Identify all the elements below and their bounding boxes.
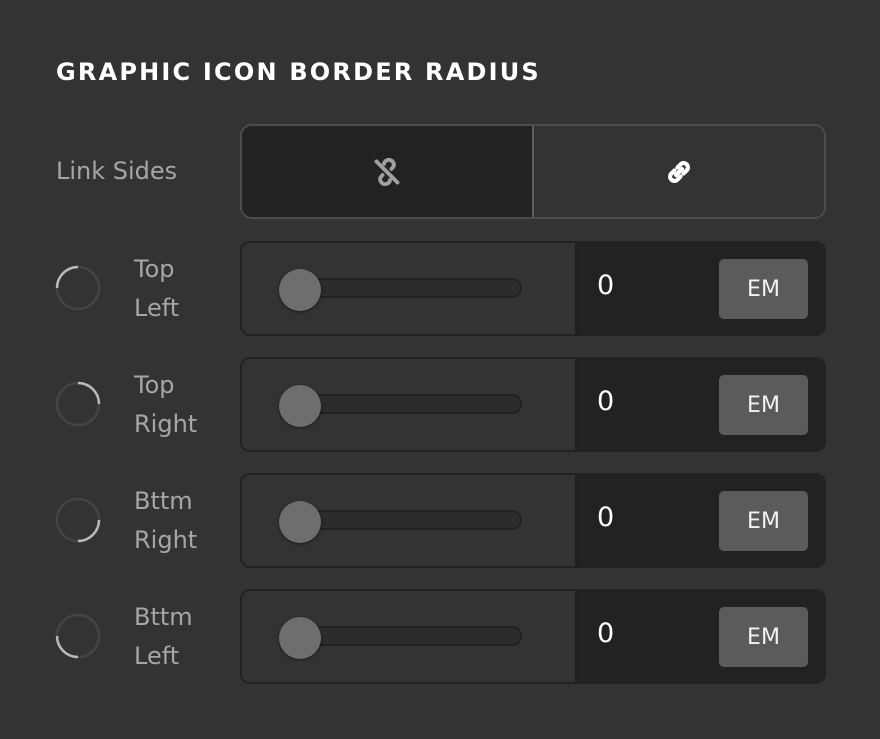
link-sides-label: Link Sides — [56, 157, 178, 185]
link-sides-toggle — [240, 124, 826, 219]
link-icon — [668, 160, 690, 183]
slider-thumb[interactable] — [279, 269, 321, 311]
radius-control-top-left: EM — [240, 241, 826, 336]
corner-top-left-icon — [55, 265, 101, 311]
link-sides-button[interactable] — [532, 126, 824, 217]
corner-top-right-icon — [55, 381, 101, 427]
slider-thumb[interactable] — [279, 385, 321, 427]
row-label-top-left: Top Left — [134, 250, 179, 328]
label-line: Right — [134, 526, 198, 554]
slider-track[interactable] — [290, 394, 522, 414]
unit-button[interactable]: EM — [719, 375, 808, 435]
label-line: Right — [134, 410, 198, 438]
value-input[interactable] — [597, 386, 697, 417]
radius-control-bottom-right: EM — [240, 473, 826, 568]
value-input[interactable] — [597, 502, 697, 533]
unit-button[interactable]: EM — [719, 491, 808, 551]
slider[interactable] — [242, 359, 577, 450]
section-title: GRAPHIC ICON BORDER RADIUS — [56, 58, 541, 86]
label-line: Top — [134, 255, 175, 283]
slider-thumb[interactable] — [279, 617, 321, 659]
label-line: Left — [134, 294, 180, 322]
unlink-sides-button[interactable] — [242, 126, 532, 217]
row-label-bottom-left: Bttm Left — [134, 598, 193, 676]
radius-control-top-right: EM — [240, 357, 826, 452]
slider-track[interactable] — [290, 510, 522, 530]
row-label-top-right: Top Right — [134, 366, 197, 444]
unit-button[interactable]: EM — [719, 259, 808, 319]
corner-bottom-right-icon — [55, 497, 101, 543]
label-line: Top — [134, 371, 175, 399]
slider-track[interactable] — [290, 278, 522, 298]
row-label-bottom-right: Bttm Right — [134, 482, 197, 560]
label-line: Left — [134, 642, 180, 670]
corner-bottom-left-icon — [55, 613, 101, 659]
radius-control-bottom-left: EM — [240, 589, 826, 684]
slider-thumb[interactable] — [279, 501, 321, 543]
slider[interactable] — [242, 591, 577, 682]
slider[interactable] — [242, 475, 577, 566]
label-line: Bttm — [134, 603, 193, 631]
unlink-icon — [374, 157, 400, 186]
slider[interactable] — [242, 243, 577, 334]
unit-button[interactable]: EM — [719, 607, 808, 667]
value-input[interactable] — [597, 270, 697, 301]
value-input[interactable] — [597, 618, 697, 649]
label-line: Bttm — [134, 487, 193, 515]
slider-track[interactable] — [290, 626, 522, 646]
